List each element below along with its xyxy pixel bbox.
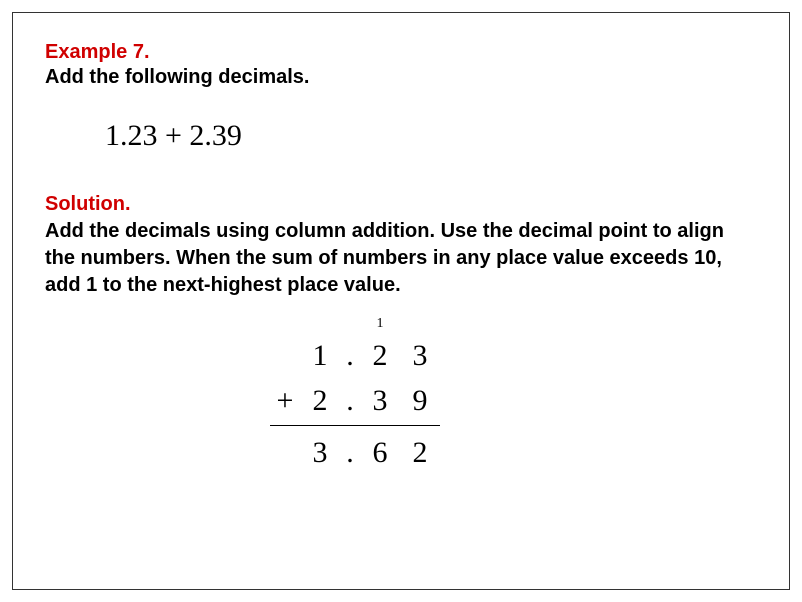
column-addition: 1 1 . 2 3 + 2 . 3 9 3 . 6 2: [270, 317, 440, 475]
result-tenths: 6: [360, 430, 400, 475]
result-hundredths: 2: [400, 430, 440, 475]
result-row: 3 . 6 2: [270, 430, 440, 475]
carry-op: [270, 317, 300, 331]
carry-ones: [300, 317, 340, 331]
row2-dot: .: [340, 378, 360, 423]
row1-ones: 1: [300, 333, 340, 378]
math-expression: 1.23 + 2.39: [105, 119, 757, 153]
prompt-text: Add the following decimals.: [45, 66, 757, 89]
example-label: Example 7.: [45, 41, 757, 64]
row2-ones: 2: [300, 378, 340, 423]
addend-row-2: + 2 . 3 9: [270, 378, 440, 423]
row2-hundredths: 9: [400, 378, 440, 423]
row1-hundredths: 3: [400, 333, 440, 378]
carry-dot: [340, 317, 360, 331]
carry-hundredths: [400, 317, 440, 331]
row2-tenths: 3: [360, 378, 400, 423]
row2-op: +: [270, 378, 300, 423]
addend-row-1: 1 . 2 3: [270, 333, 440, 378]
sum-underline: [270, 425, 440, 426]
row1-dot: .: [340, 333, 360, 378]
solution-label: Solution.: [45, 193, 757, 216]
carry-tenths: 1: [360, 317, 400, 331]
worksheet-frame: Example 7. Add the following decimals. 1…: [12, 12, 790, 590]
solution-text: Add the decimals using column addition. …: [45, 218, 725, 299]
carry-row: 1: [270, 317, 440, 331]
result-ones: 3: [300, 430, 340, 475]
result-dot: .: [340, 430, 360, 475]
row1-tenths: 2: [360, 333, 400, 378]
